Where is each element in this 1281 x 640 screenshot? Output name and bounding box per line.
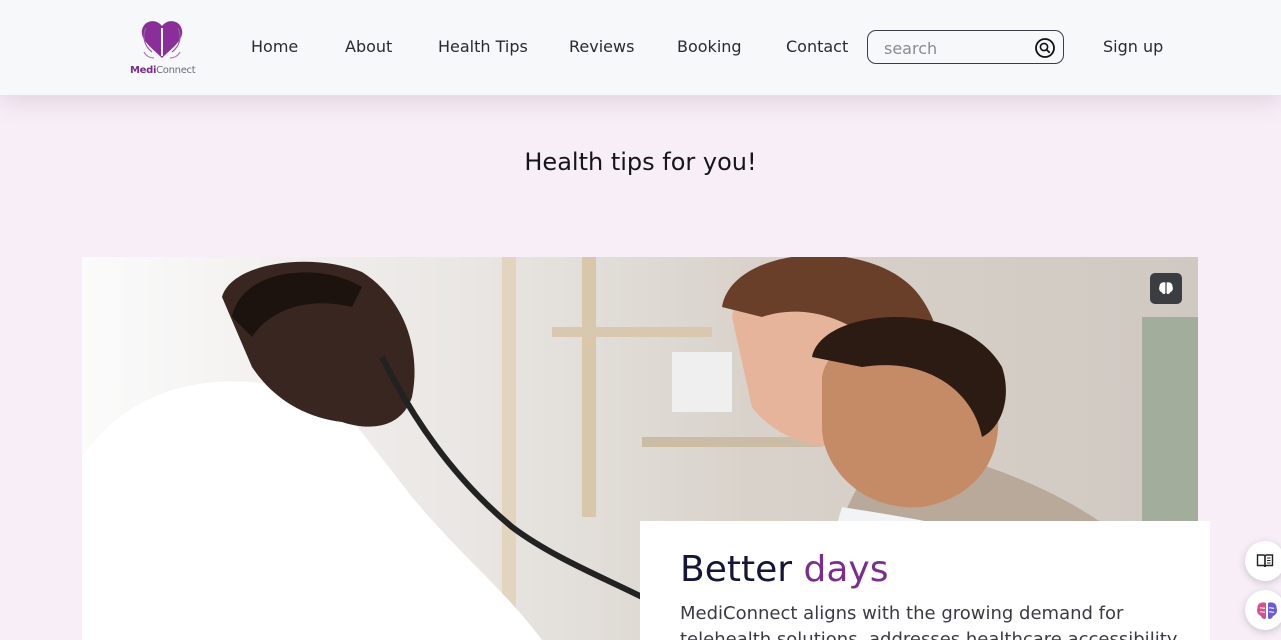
card-description: MediConnect aligns with the growing dema… (680, 603, 1178, 640)
hero-brain-badge[interactable] (1150, 273, 1182, 304)
nav-contact[interactable]: Contact (786, 37, 848, 56)
nav-booking[interactable]: Booking (677, 37, 742, 56)
card-title: Better days (680, 549, 888, 590)
ai-assistant-button[interactable] (1245, 590, 1281, 630)
tip-card: Better days MediConnect aligns with the … (640, 521, 1210, 640)
section-title: Health tips for you! (524, 148, 757, 176)
nav-reviews[interactable]: Reviews (569, 37, 634, 56)
search-input[interactable] (884, 37, 1024, 59)
nav-home[interactable]: Home (251, 37, 298, 56)
open-book-icon (1256, 554, 1274, 568)
brain-heart-logo-icon (141, 21, 183, 59)
brain-icon (1159, 282, 1173, 295)
site-header: MediConnect Home About Health Tips Revie… (0, 0, 1281, 95)
signup-link[interactable]: Sign up (1103, 37, 1163, 56)
card-title-accent: days (803, 549, 889, 590)
search-box (867, 30, 1064, 64)
nav-health-tips[interactable]: Health Tips (438, 37, 528, 56)
colorful-brain-icon (1256, 602, 1278, 619)
card-title-main: Better (680, 549, 793, 590)
brand-logo[interactable]: MediConnect (128, 18, 198, 80)
reader-mode-button[interactable] (1245, 541, 1281, 581)
nav-about[interactable]: About (345, 37, 392, 56)
search-icon[interactable] (1035, 38, 1055, 58)
brand-name-part2: Connect (156, 65, 196, 76)
brand-name: MediConnect (130, 65, 196, 76)
brand-name-part1: Medi (130, 65, 157, 76)
